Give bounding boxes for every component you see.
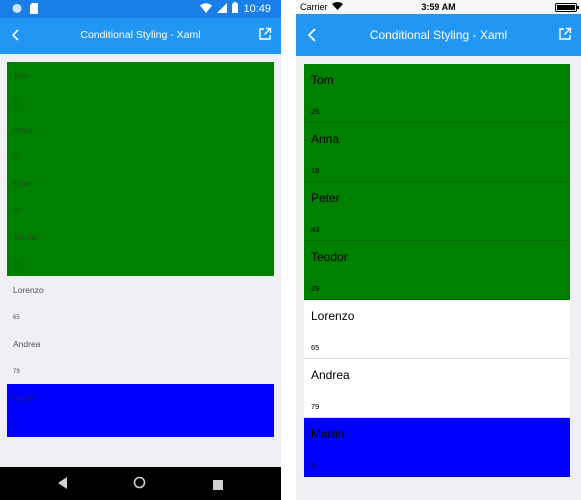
open-external-icon[interactable] — [258, 27, 272, 41]
status-time: 10:49 — [243, 3, 271, 15]
list-item[interactable]: Peter 43 — [304, 182, 570, 241]
person-name: Lorenzo — [311, 309, 355, 323]
system-home-icon[interactable] — [133, 476, 146, 494]
person-age: 65 — [311, 343, 320, 352]
person-name: Andrea — [13, 338, 41, 349]
person-list[interactable]: Tom 25 Anna 18 Peter 43 Teodor 29 Lorenzo 65 Andre… — [304, 64, 570, 477]
cell-signal-icon — [217, 2, 228, 16]
list-item[interactable]: Anna 18 — [304, 123, 570, 182]
person-age: 25 — [13, 101, 20, 107]
person-name: Martin — [311, 427, 345, 441]
list-item[interactable]: Peter 43 — [7, 169, 274, 223]
list-item[interactable]: Lorenzo 65 — [7, 276, 274, 330]
person-name: Tom — [311, 73, 334, 87]
notification-icon — [12, 3, 22, 17]
system-recents-icon[interactable] — [213, 477, 223, 495]
list-item[interactable]: Martin 5 — [7, 383, 274, 438]
android-screen: 10:49 Conditional Styling - Xaml Tom 25 An… — [0, 0, 281, 500]
person-name: Anna — [13, 124, 33, 135]
wifi-icon — [200, 2, 213, 16]
person-age: 5 — [311, 461, 316, 470]
page-title: Conditional Styling - Xaml — [80, 29, 201, 41]
person-age: 25 — [311, 107, 320, 116]
person-list[interactable]: Tom 25 Anna 18 Peter 43 Teodor 29 Lorenzo 65 Andre… — [7, 62, 274, 438]
person-age: 79 — [13, 368, 20, 375]
person-age: 43 — [13, 208, 20, 215]
person-name: Teodor — [311, 250, 348, 264]
person-name: Lorenzo — [13, 285, 44, 296]
battery-icon — [232, 2, 239, 16]
open-external-icon[interactable] — [558, 27, 572, 41]
android-status-bar: 10:49 — [0, 0, 281, 18]
list-item[interactable]: Lorenzo 65 — [304, 300, 570, 359]
ios-screen: Carrier 3:59 AM Conditional Styling - Xa… — [296, 0, 581, 500]
person-age: 5 — [13, 422, 17, 429]
list-item[interactable]: Andrea 79 — [304, 359, 570, 418]
status-time: 3:59 AM — [421, 2, 456, 12]
person-age: 79 — [311, 402, 320, 411]
person-age: 18 — [13, 154, 20, 161]
ios-navigation-bar: Conditional Styling - Xaml — [296, 14, 581, 56]
android-navigation-bar: Conditional Styling - Xaml — [0, 18, 281, 54]
person-name: Tom — [13, 71, 30, 81]
person-name: Andrea — [311, 368, 350, 382]
person-age: 65 — [13, 315, 20, 322]
person-name: Martin — [13, 392, 37, 403]
person-age: 29 — [311, 284, 320, 293]
battery-icon — [555, 3, 579, 12]
person-name: Peter — [13, 178, 34, 189]
person-age: 43 — [311, 225, 320, 234]
android-system-nav — [0, 467, 281, 500]
list-item[interactable]: Teodor 29 — [7, 222, 274, 277]
person-age: 29 — [13, 261, 20, 268]
system-back-icon[interactable] — [58, 476, 68, 494]
list-item[interactable]: Tom 25 — [7, 62, 274, 116]
list-item[interactable]: Tom 25 — [304, 64, 570, 123]
list-item[interactable]: Teodor 29 — [304, 241, 570, 300]
list-item[interactable]: Anna 18 — [7, 115, 274, 170]
person-name: Teodor — [13, 231, 39, 242]
page-title: Conditional Styling - Xaml — [369, 28, 508, 42]
person-name: Peter — [311, 191, 340, 205]
list-item[interactable]: Andrea 79 — [7, 330, 274, 384]
sd-card-icon — [30, 3, 38, 17]
person-name: Anna — [311, 132, 340, 146]
person-age: 18 — [311, 166, 320, 175]
list-item[interactable]: Martin 5 — [304, 418, 570, 477]
ios-status-bar: Carrier 3:59 AM — [296, 0, 581, 14]
